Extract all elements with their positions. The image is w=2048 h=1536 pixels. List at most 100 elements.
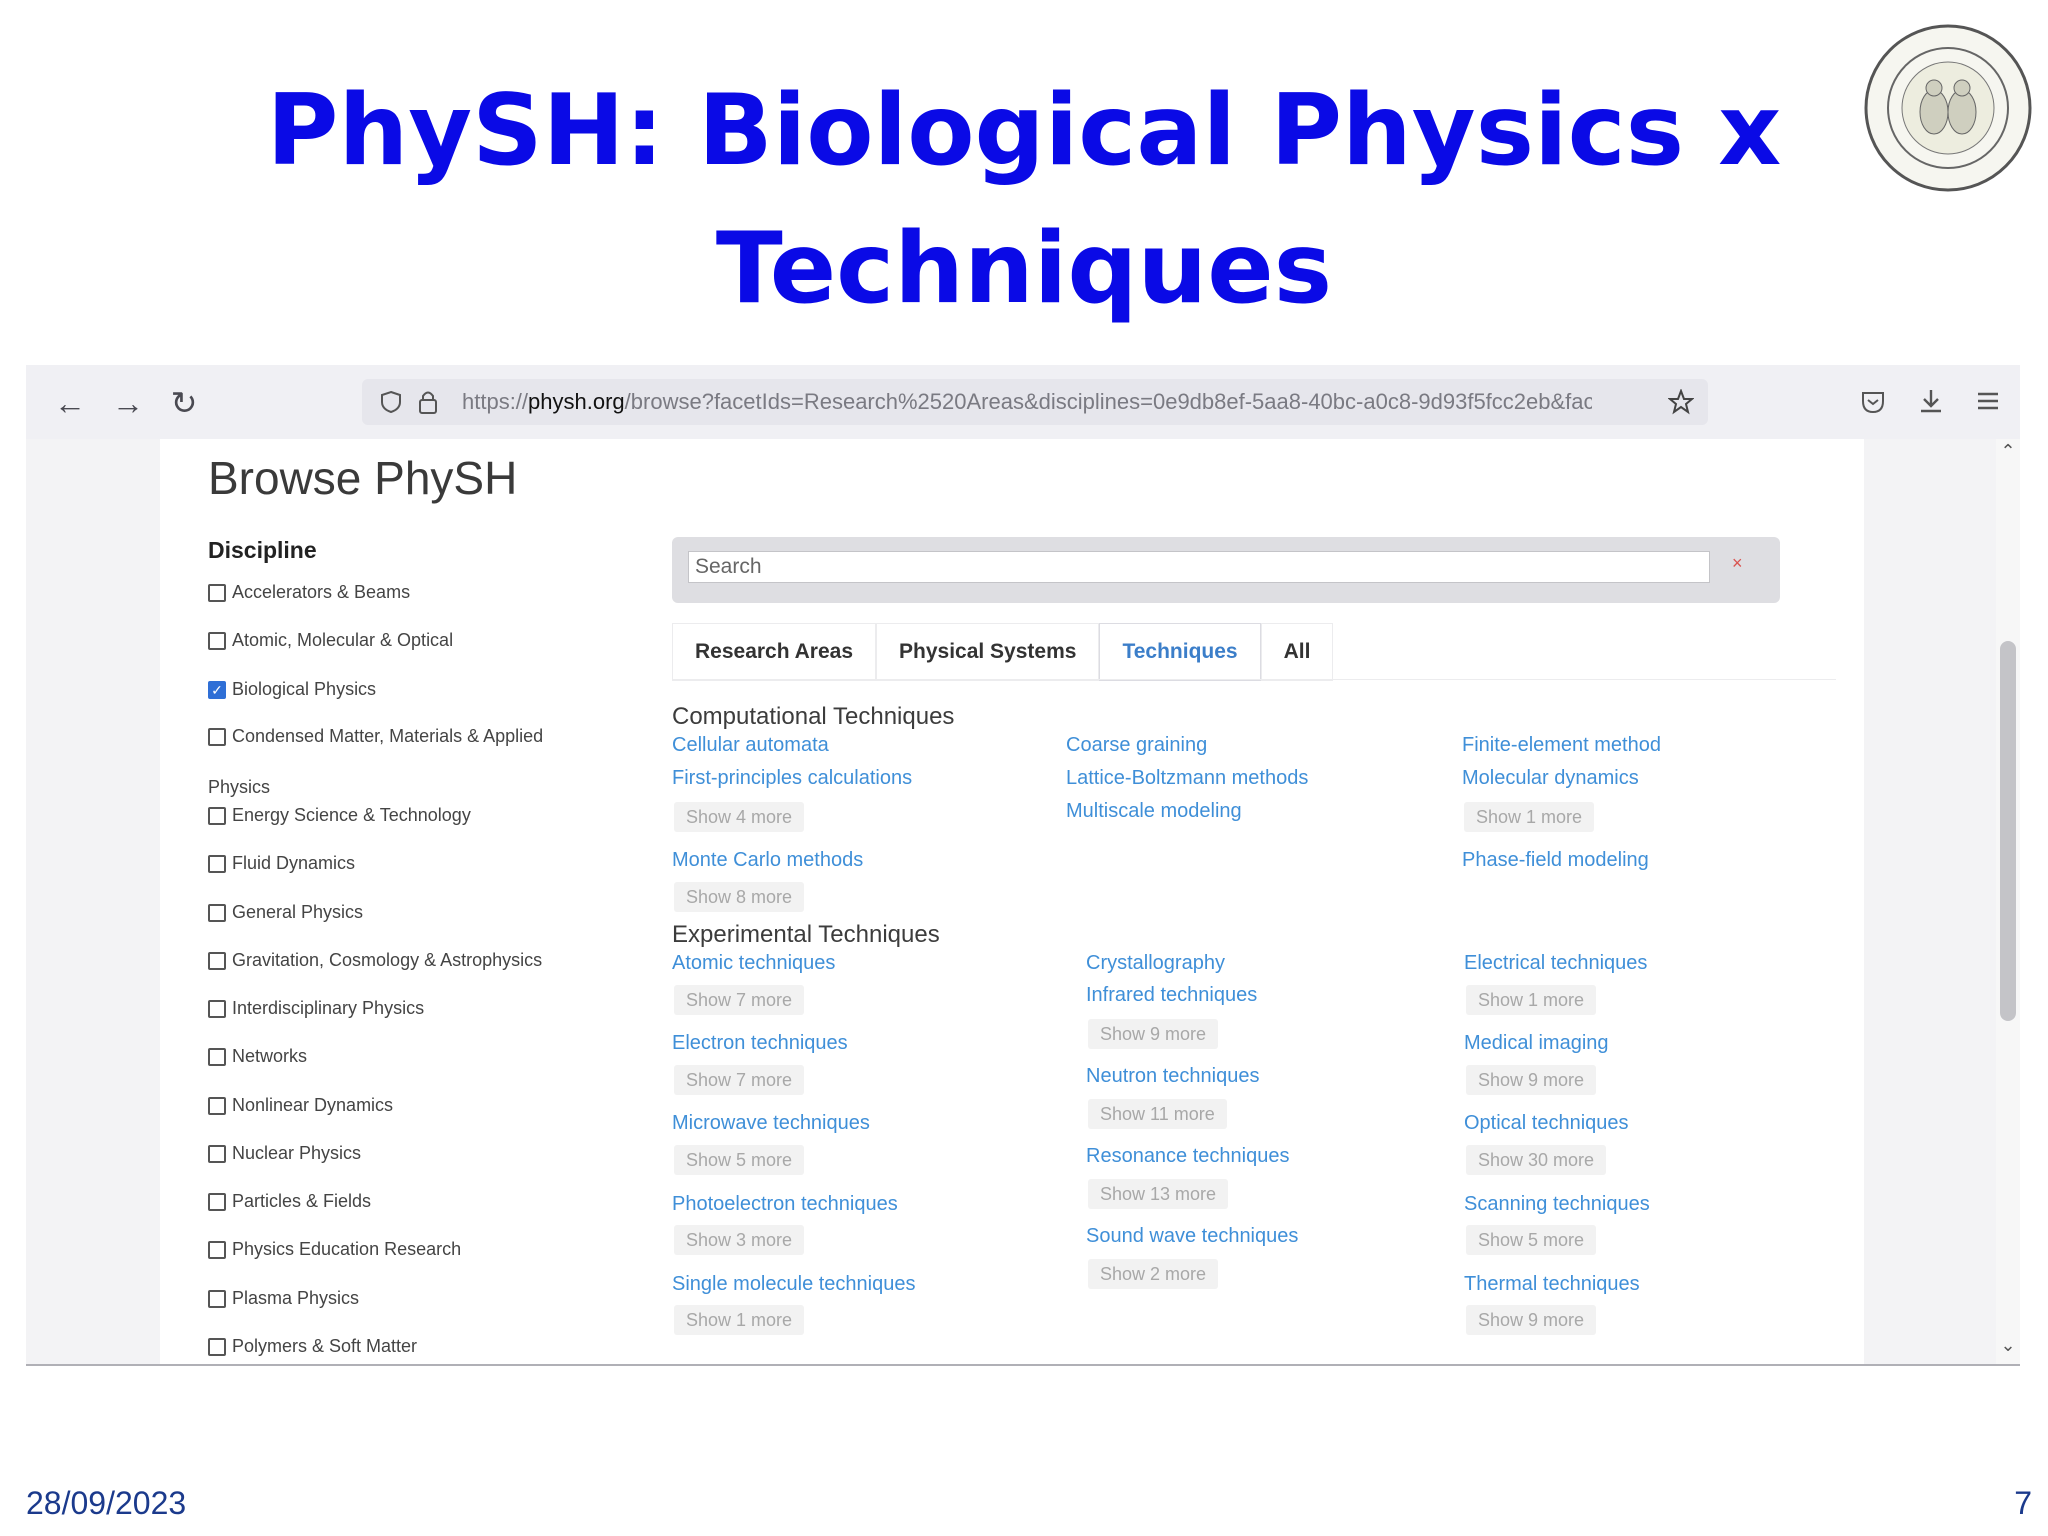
star-icon[interactable] — [1668, 389, 1694, 415]
address-bar[interactable]: https://physh.org/browse?facetIds=Resear… — [362, 379, 1708, 425]
forward-icon[interactable]: → — [108, 383, 148, 423]
link-microwave[interactable]: Microwave techniques — [672, 1112, 870, 1135]
show-more-first-principles[interactable]: Show 4 more — [674, 802, 805, 832]
checkbox[interactable] — [208, 631, 226, 650]
checkbox[interactable] — [208, 1144, 226, 1163]
link-multiscale[interactable]: Multiscale modeling — [1066, 800, 1242, 823]
download-icon[interactable] — [1918, 387, 1944, 415]
discipline-item[interactable]: Networks — [208, 1046, 307, 1067]
checkbox[interactable] — [208, 806, 226, 825]
discipline-item[interactable]: Physics Education Research — [208, 1239, 461, 1260]
link-thermal[interactable]: Thermal techniques — [1464, 1273, 1640, 1296]
discipline-item[interactable]: Accelerators & Beams — [208, 582, 410, 603]
discipline-item[interactable]: Nuclear Physics — [208, 1143, 361, 1164]
link-coarse-graining[interactable]: Coarse graining — [1066, 734, 1207, 757]
show-more-resonance[interactable]: Show 13 more — [1088, 1179, 1229, 1209]
scrollbar[interactable]: ⌃ ⌄ — [1996, 439, 2020, 1364]
link-sound-wave[interactable]: Sound wave techniques — [1086, 1225, 1298, 1248]
checkbox[interactable] — [208, 1240, 226, 1259]
show-more-medical-imaging[interactable]: Show 9 more — [1466, 1065, 1597, 1095]
clear-search-icon[interactable]: × — [1732, 553, 1743, 574]
checkbox[interactable] — [208, 951, 226, 970]
checkbox[interactable] — [208, 854, 226, 873]
experimental-heading: Experimental Techniques — [672, 921, 940, 948]
show-more-electrical[interactable]: Show 1 more — [1466, 985, 1597, 1015]
scroll-up-icon[interactable]: ⌃ — [1996, 441, 2020, 462]
discipline-item[interactable]: Particles & Fields — [208, 1191, 371, 1212]
link-medical-imaging[interactable]: Medical imaging — [1464, 1032, 1609, 1055]
scroll-thumb[interactable] — [2000, 641, 2016, 1021]
checkbox[interactable] — [208, 1289, 226, 1308]
checkbox[interactable] — [208, 999, 226, 1018]
link-crystallography[interactable]: Crystallography — [1086, 952, 1225, 975]
checkbox[interactable] — [208, 903, 226, 922]
link-electrical[interactable]: Electrical techniques — [1464, 952, 1647, 975]
discipline-item[interactable]: Nonlinear Dynamics — [208, 1095, 393, 1116]
tab-techniques[interactable]: Techniques — [1099, 623, 1261, 681]
discipline-heading: Discipline — [208, 537, 317, 563]
show-more-neutron[interactable]: Show 11 more — [1088, 1099, 1227, 1129]
link-neutron[interactable]: Neutron techniques — [1086, 1065, 1259, 1088]
link-molecular-dynamics[interactable]: Molecular dynamics — [1462, 767, 1639, 790]
shield-icon — [381, 390, 401, 414]
show-more-atomic[interactable]: Show 7 more — [674, 985, 805, 1015]
tab-research-areas[interactable]: Research Areas — [672, 623, 876, 681]
discipline-item[interactable]: Condensed Matter, Materials & Applied — [208, 726, 543, 747]
checkbox[interactable] — [208, 1047, 226, 1066]
checkbox[interactable] — [208, 583, 226, 602]
link-electron[interactable]: Electron techniques — [672, 1032, 848, 1055]
checkbox[interactable] — [208, 1192, 226, 1211]
link-cellular-automata[interactable]: Cellular automata — [672, 734, 829, 757]
discipline-item[interactable]: Gravitation, Cosmology & Astrophysics — [208, 950, 542, 971]
discipline-label: Biological Physics — [232, 679, 377, 699]
tab-all[interactable]: All — [1260, 623, 1334, 681]
back-icon[interactable]: ← — [50, 383, 90, 423]
discipline-item[interactable]: Interdisciplinary Physics — [208, 998, 424, 1019]
slide-title: PhySH: Biological Physics x Techniques — [0, 62, 2048, 338]
show-more-single-molecule[interactable]: Show 1 more — [674, 1305, 805, 1335]
link-scanning[interactable]: Scanning techniques — [1464, 1193, 1650, 1216]
discipline-item[interactable]: ✓ Biological Physics — [208, 679, 376, 700]
link-lattice-boltzmann[interactable]: Lattice-Boltzmann methods — [1066, 767, 1308, 790]
show-more-optical[interactable]: Show 30 more — [1466, 1145, 1607, 1175]
link-resonance[interactable]: Resonance techniques — [1086, 1145, 1289, 1168]
search-input[interactable] — [688, 551, 1710, 583]
tab-physical-systems[interactable]: Physical Systems — [876, 623, 1100, 681]
discipline-item[interactable]: Plasma Physics — [208, 1288, 359, 1309]
link-photoelectron[interactable]: Photoelectron techniques — [672, 1193, 898, 1216]
link-single-molecule[interactable]: Single molecule techniques — [672, 1273, 916, 1296]
discipline-label: Nonlinear Dynamics — [232, 1095, 394, 1115]
scroll-down-icon[interactable]: ⌄ — [1996, 1335, 2020, 1356]
pocket-icon[interactable] — [1860, 389, 1886, 415]
discipline-item[interactable]: Atomic, Molecular & Optical — [208, 630, 453, 651]
menu-icon[interactable] — [1976, 389, 2000, 413]
reload-icon[interactable]: ↻ — [164, 383, 204, 423]
link-first-principles[interactable]: First-principles calculations — [672, 767, 912, 790]
link-phase-field[interactable]: Phase-field modeling — [1462, 849, 1649, 872]
show-more-molecular-dynamics[interactable]: Show 1 more — [1464, 802, 1595, 832]
url-text: https://physh.org/browse?facetIds=Resear… — [462, 389, 1592, 415]
link-optical[interactable]: Optical techniques — [1464, 1112, 1629, 1135]
show-more-infrared[interactable]: Show 9 more — [1088, 1019, 1219, 1049]
show-more-monte-carlo[interactable]: Show 8 more — [674, 882, 805, 912]
show-more-photoelectron[interactable]: Show 3 more — [674, 1225, 805, 1255]
discipline-item[interactable]: Fluid Dynamics — [208, 853, 355, 874]
discipline-item[interactable]: Polymers & Soft Matter — [208, 1336, 417, 1357]
checkbox[interactable] — [208, 727, 226, 746]
link-atomic[interactable]: Atomic techniques — [672, 952, 835, 975]
checkbox-checked[interactable]: ✓ — [208, 680, 226, 699]
discipline-label: Polymers & Soft Matter — [232, 1336, 418, 1356]
discipline-label: Condensed Matter, Materials & Applied — [232, 726, 544, 746]
checkbox[interactable] — [208, 1337, 226, 1356]
show-more-microwave[interactable]: Show 5 more — [674, 1145, 805, 1175]
link-infrared[interactable]: Infrared techniques — [1086, 984, 1257, 1007]
link-monte-carlo[interactable]: Monte Carlo methods — [672, 849, 863, 872]
show-more-scanning[interactable]: Show 5 more — [1466, 1225, 1597, 1255]
show-more-electron[interactable]: Show 7 more — [674, 1065, 805, 1095]
show-more-sound-wave[interactable]: Show 2 more — [1088, 1259, 1219, 1289]
checkbox[interactable] — [208, 1096, 226, 1115]
discipline-item[interactable]: General Physics — [208, 902, 363, 923]
link-finite-element[interactable]: Finite-element method — [1462, 734, 1661, 757]
show-more-thermal[interactable]: Show 9 more — [1466, 1305, 1597, 1335]
discipline-item[interactable]: Energy Science & Technology — [208, 805, 471, 826]
